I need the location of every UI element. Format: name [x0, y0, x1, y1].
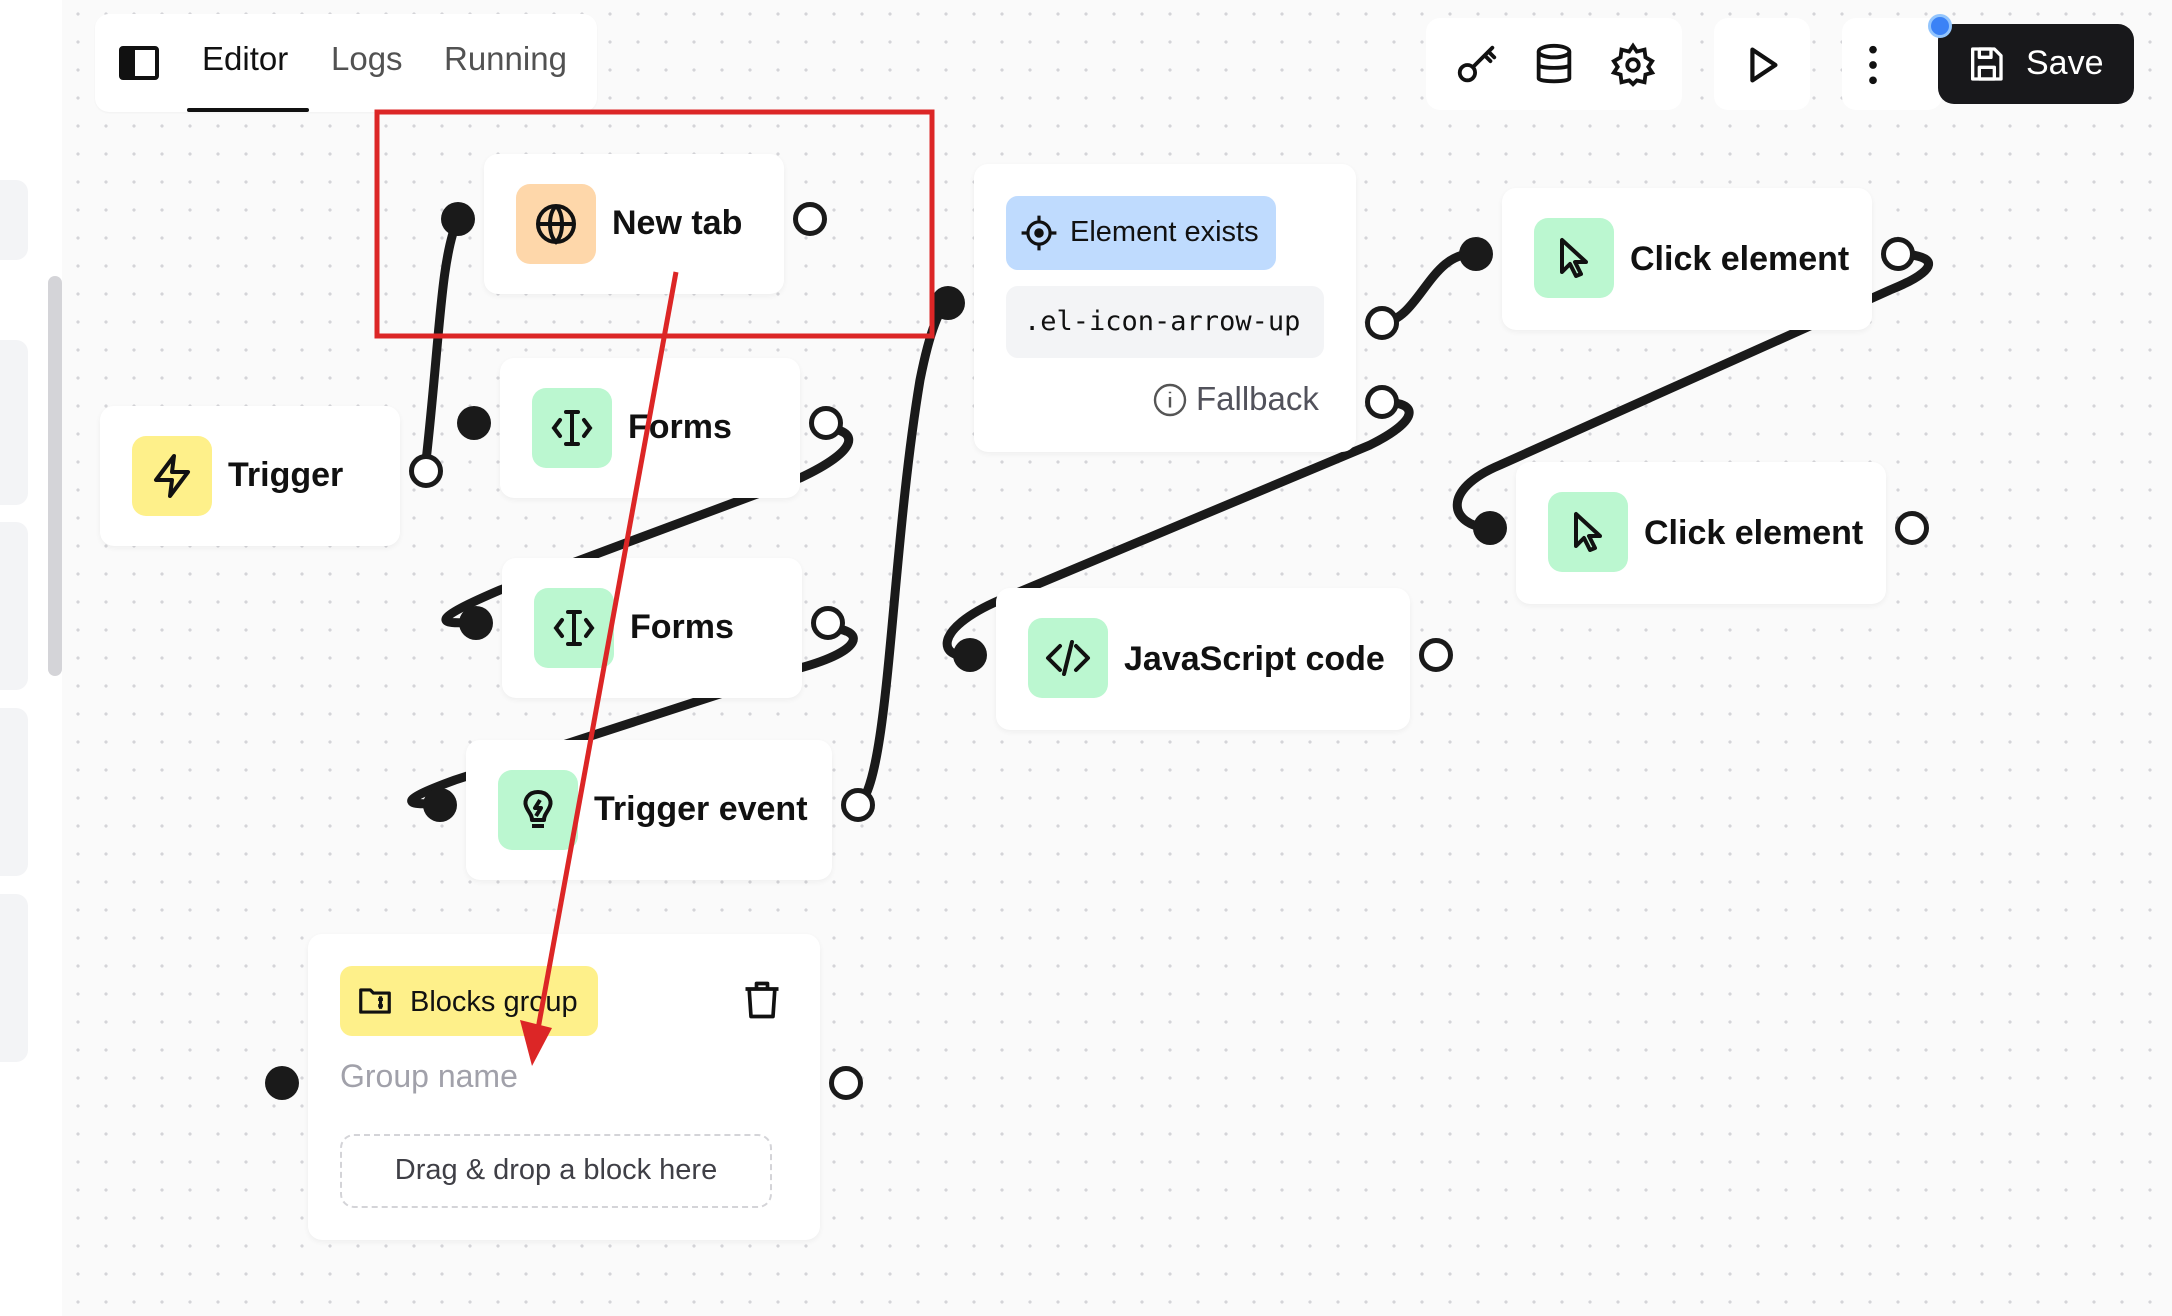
toolbar-tools: [1426, 18, 1682, 110]
output-handle[interactable]: [1881, 237, 1915, 271]
text-cursor-icon: [534, 588, 614, 668]
crosshair-icon: [1021, 215, 1057, 251]
active-tab-indicator: [187, 108, 309, 112]
input-handle[interactable]: [441, 202, 475, 236]
element-exists-badge: Element exists: [1006, 196, 1276, 270]
node-label: New tab: [612, 204, 743, 242]
node-new-tab[interactable]: New tab: [484, 154, 784, 294]
output-handle[interactable]: [829, 1066, 863, 1100]
node-label: Trigger: [228, 456, 344, 494]
edge-triggerevent-elementexists: [853, 297, 955, 811]
database-icon[interactable]: [1531, 42, 1577, 88]
block-dropzone[interactable]: Drag & drop a block here: [340, 1134, 772, 1208]
selector-value: .el-icon-arrow-up: [1024, 306, 1301, 337]
blocks-group-badge: Blocks group: [340, 966, 598, 1036]
output-handle[interactable]: [409, 454, 443, 488]
info-icon: [1153, 383, 1187, 417]
tab-running[interactable]: Running: [444, 40, 567, 78]
save-button[interactable]: Save: [1938, 24, 2134, 104]
node-label: Forms: [630, 608, 734, 646]
node-click-element[interactable]: Click element: [1502, 188, 1872, 330]
panel-left-icon[interactable]: [119, 46, 159, 80]
input-handle[interactable]: [423, 788, 457, 822]
save-icon: [1971, 47, 2003, 81]
tab-logs[interactable]: Logs: [331, 40, 403, 78]
trash-icon[interactable]: [740, 978, 784, 1022]
tab-editor[interactable]: Editor: [202, 40, 288, 78]
input-handle[interactable]: [1473, 511, 1507, 545]
node-label: Element exists: [1070, 216, 1259, 248]
text-cursor-icon: [532, 388, 612, 468]
folder-icon: [359, 988, 391, 1014]
toolbar-more: [1842, 18, 1942, 110]
lightning-icon: [132, 436, 212, 516]
node-blocks-group[interactable]: Blocks group Group name Drag & drop a bl…: [308, 934, 820, 1240]
node-label: JavaScript code: [1124, 640, 1385, 678]
cursor-icon: [1534, 218, 1614, 298]
node-click-element[interactable]: Click element: [1516, 462, 1886, 604]
gear-icon[interactable]: [1610, 42, 1656, 88]
input-handle[interactable]: [931, 286, 965, 320]
node-trigger-event[interactable]: Trigger event: [466, 740, 832, 880]
node-javascript-code[interactable]: JavaScript code: [996, 588, 1410, 730]
node-label: Trigger event: [594, 790, 808, 828]
node-element-exists[interactable]: Element exists .el-icon-arrow-up Fallbac…: [974, 164, 1356, 452]
input-handle[interactable]: [459, 606, 493, 640]
globe-icon: [516, 184, 596, 264]
node-label: Click element: [1644, 514, 1864, 552]
output-handle[interactable]: [809, 406, 843, 440]
node-label: Forms: [628, 408, 732, 446]
node-forms[interactable]: Forms: [500, 358, 800, 498]
fallback-label: Fallback: [1196, 380, 1319, 417]
node-forms[interactable]: Forms: [502, 558, 802, 698]
lightbulb-icon: [498, 770, 578, 850]
output-handle[interactable]: [1419, 638, 1453, 672]
code-icon: [1028, 618, 1108, 698]
dropzone-text: Drag & drop a block here: [394, 1154, 718, 1186]
input-handle[interactable]: [265, 1066, 299, 1100]
edge-trigger-newtab: [420, 214, 463, 475]
play-icon[interactable]: [1739, 42, 1785, 88]
group-name-input[interactable]: Group name: [340, 1058, 518, 1095]
output-handle[interactable]: [1895, 511, 1929, 545]
fallback-handle[interactable]: [1365, 385, 1399, 419]
key-icon[interactable]: [1454, 42, 1500, 88]
node-label: Blocks group: [410, 986, 578, 1018]
more-vertical-icon[interactable]: [1850, 42, 1896, 88]
cursor-icon: [1548, 492, 1628, 572]
toolbar-run: [1714, 18, 1810, 110]
input-handle[interactable]: [1459, 237, 1493, 271]
status-dot: [1928, 14, 1952, 38]
save-label: Save: [2026, 44, 2104, 82]
output-handle[interactable]: [811, 606, 845, 640]
output-handle[interactable]: [793, 202, 827, 236]
output-handle[interactable]: [1365, 306, 1399, 340]
node-trigger[interactable]: Trigger: [100, 406, 400, 546]
input-handle[interactable]: [457, 406, 491, 440]
selector-field[interactable]: .el-icon-arrow-up: [1006, 286, 1324, 358]
tabs-bar: Editor Logs Running: [95, 14, 597, 112]
input-handle[interactable]: [953, 638, 987, 672]
node-label: Click element: [1630, 240, 1850, 278]
output-handle[interactable]: [841, 788, 875, 822]
